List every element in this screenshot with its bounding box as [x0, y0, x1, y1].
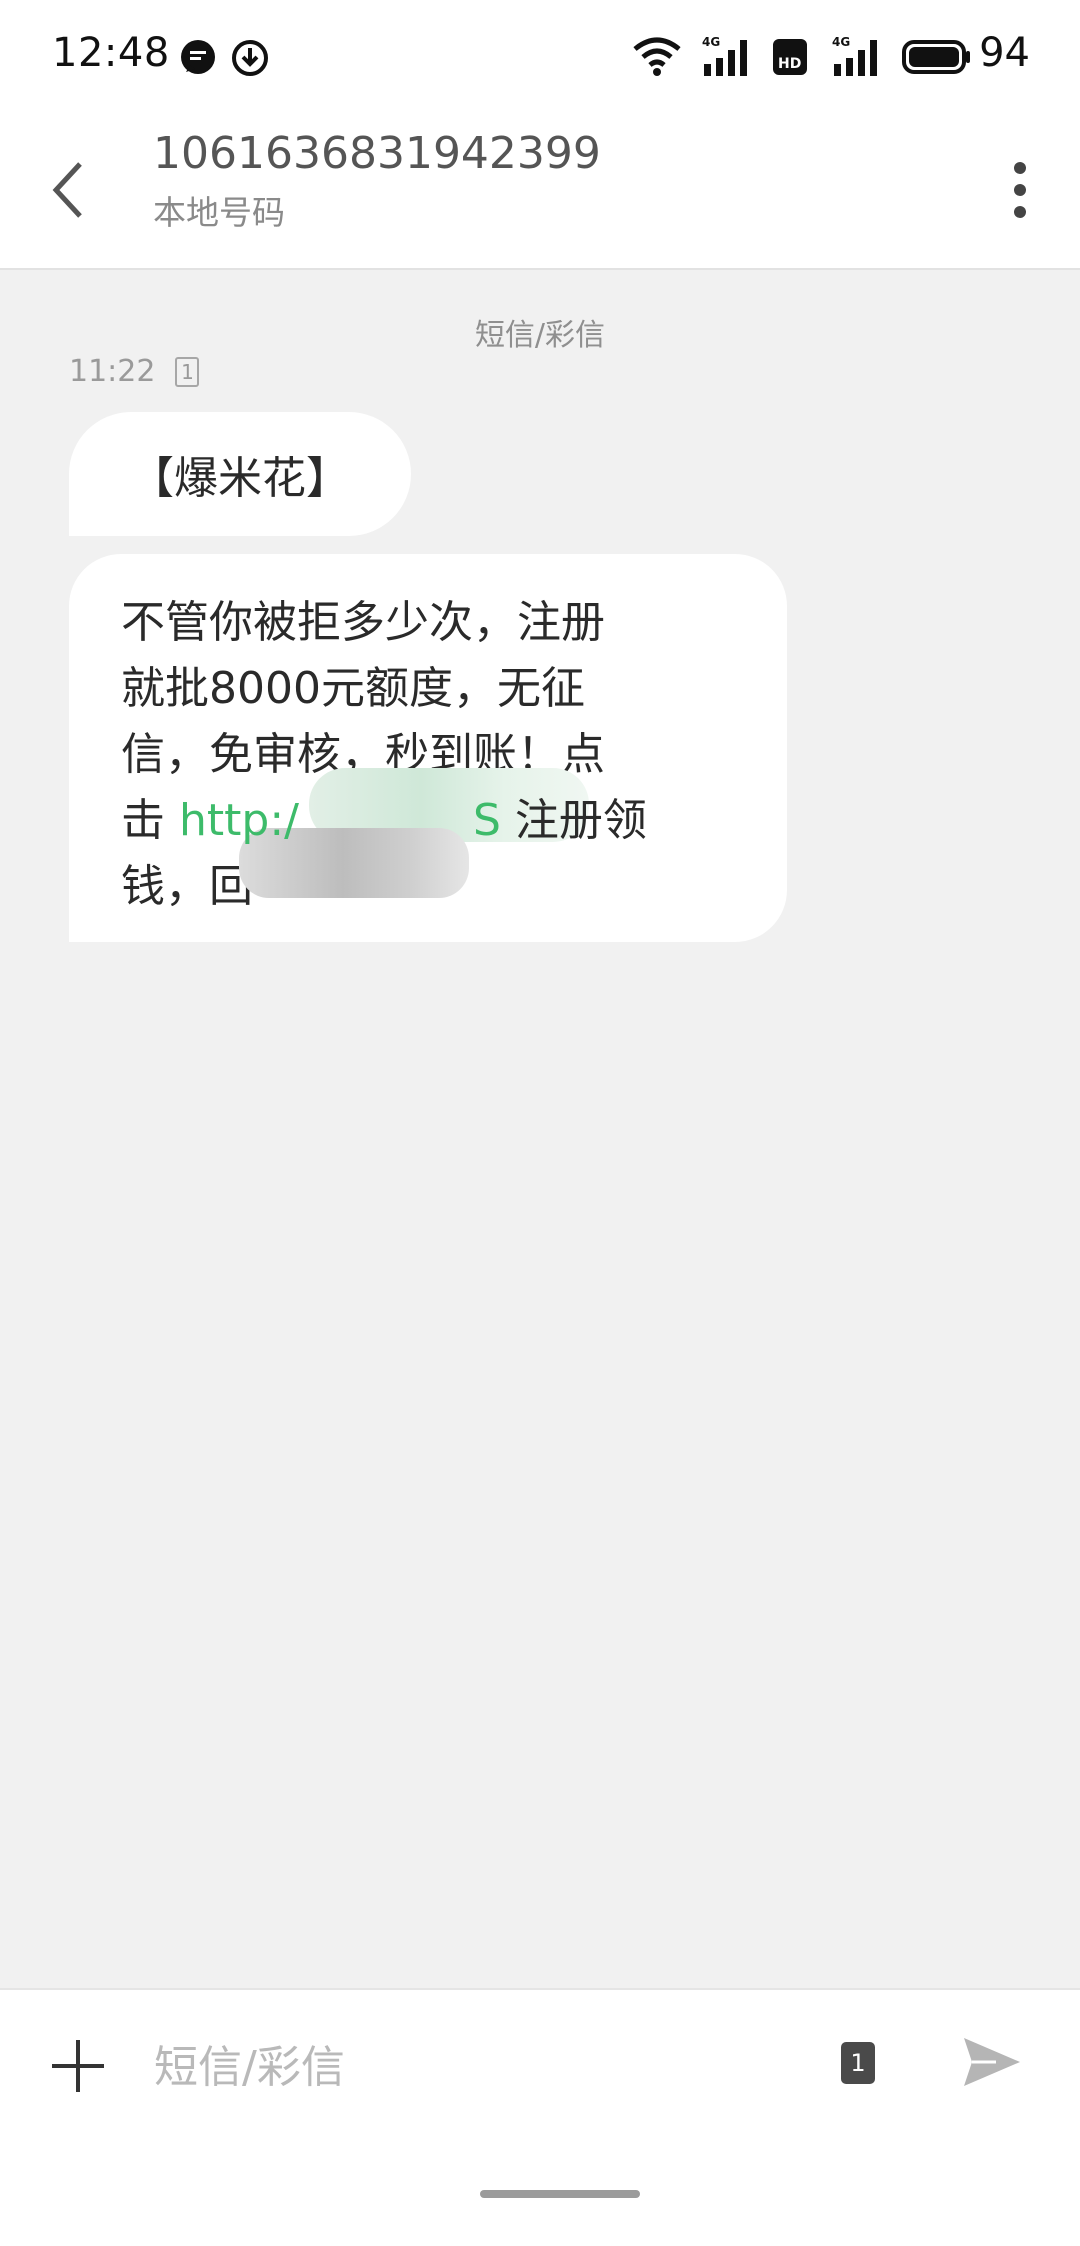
contact-subtitle: 本地号码	[153, 193, 285, 232]
channel-label: 短信/彩信	[474, 318, 606, 353]
more-vert-icon	[1014, 162, 1026, 218]
message-bubble[interactable]: 【爆米花】	[69, 412, 411, 536]
message-line: 不管你被拒多少次，注册	[121, 597, 605, 648]
battery-icon	[902, 40, 970, 74]
message-link[interactable]: http:/	[179, 795, 299, 846]
back-button[interactable]	[40, 150, 96, 230]
wifi-icon	[633, 37, 681, 76]
svg-text:4G: 4G	[832, 35, 850, 49]
composer-bar: 1	[0, 1988, 1080, 2246]
message-time: 11:22	[69, 354, 156, 389]
more-options-button[interactable]	[990, 148, 1050, 232]
status-bar: 12:48 4G HD 4G 94	[0, 0, 1080, 112]
signal-4g-icon: 4G	[702, 35, 747, 76]
svg-text:4G: 4G	[702, 35, 720, 49]
sim-select-button[interactable]: 1	[841, 2042, 875, 2084]
contact-number: 1061636831942399	[153, 128, 601, 179]
message-text: 注册领	[500, 795, 647, 846]
message-text: 【爆米花】	[130, 453, 350, 504]
message-text: 钱，回	[121, 861, 253, 912]
sim-card-icon: 1	[175, 356, 200, 387]
message-meta: 11:22 1	[69, 354, 200, 389]
message-line: 就批8000元额度，无征	[121, 663, 585, 714]
hd-icon: HD	[773, 39, 807, 75]
message-icon	[181, 40, 215, 74]
add-attachment-button[interactable]	[46, 2034, 110, 2098]
download-icon	[232, 40, 268, 76]
message-line: 击 http:/ S 注册领	[121, 788, 737, 854]
message-text: 击	[121, 795, 179, 846]
message-bubble[interactable]: 不管你被拒多少次，注册 就批8000元额度，无征 信，免审核，秒到账！点 击 h…	[69, 554, 787, 942]
conversation-header: 1061636831942399 本地号码	[0, 112, 1080, 270]
chevron-left-icon	[52, 162, 82, 218]
message-input[interactable]	[154, 2032, 754, 2102]
message-link[interactable]: S	[473, 795, 501, 846]
send-icon[interactable]	[960, 2030, 1024, 2094]
svg-text:HD: HD	[778, 56, 801, 72]
status-time: 12:48	[52, 30, 170, 76]
home-indicator[interactable]	[480, 2190, 640, 2198]
battery-level: 94	[979, 30, 1030, 76]
signal-4g-icon: 4G	[832, 35, 877, 76]
